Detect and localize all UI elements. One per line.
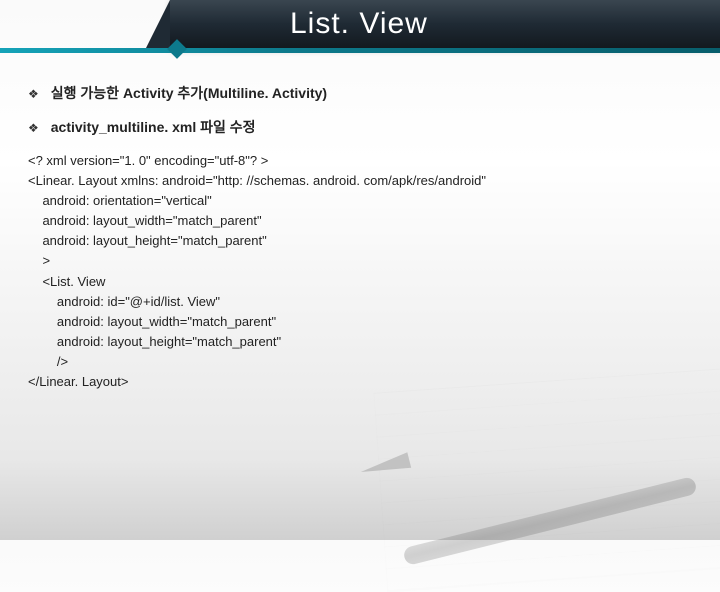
pen-graphic: [402, 476, 697, 566]
page-title: List. View: [290, 7, 428, 41]
bullet-text: activity_multiline. xml 파일 수정: [51, 116, 256, 138]
accent-line: [0, 48, 720, 53]
diamond-bullet-icon: ❖: [28, 119, 39, 138]
bullet-text: 실행 가능한 Activity 추가(Multiline. Activity): [51, 82, 327, 104]
diamond-bullet-icon: ❖: [28, 85, 39, 104]
pen-tip-graphic: [359, 452, 411, 480]
bullet-item: ❖ activity_multiline. xml 파일 수정: [28, 116, 692, 138]
paper-graphic: [373, 368, 720, 592]
bullet-item: ❖ 실행 가능한 Activity 추가(Multiline. Activity…: [28, 82, 692, 104]
title-bar: List. View: [170, 0, 720, 48]
slide-header: List. View: [0, 0, 720, 60]
content-area: ❖ 실행 가능한 Activity 추가(Multiline. Activity…: [0, 60, 720, 392]
code-block: <? xml version="1. 0" encoding="utf-8"? …: [28, 151, 692, 393]
